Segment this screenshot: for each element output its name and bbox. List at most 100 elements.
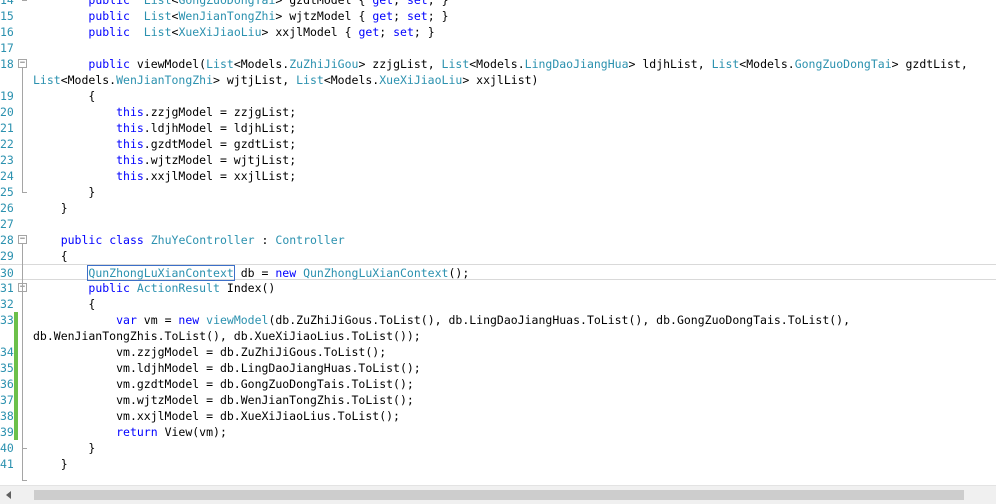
line-number: 26: [0, 201, 14, 215]
keyword-token: this: [116, 169, 144, 183]
code-text: public List<XueXiJiaoLiu> xxjlModel { ge…: [33, 24, 435, 40]
code-line[interactable]: 17: [0, 40, 996, 56]
horizontal-scrollbar[interactable]: [0, 485, 996, 504]
plain-token: ;: [379, 25, 394, 39]
code-text: public List<GongZuoDongTai> gzdtModel { …: [33, 0, 448, 8]
plain-token: > zzjgList,: [358, 57, 442, 71]
plain-token: ; }: [413, 25, 435, 39]
code-line[interactable]: 19 {: [0, 88, 996, 104]
code-line[interactable]: 39 return View(vm);: [0, 424, 996, 440]
plain-token: > ldjhList,: [628, 57, 712, 71]
code-line[interactable]: 32 {: [0, 296, 996, 312]
plain-token: vm.ldjhModel = db.LingDaoJiangHuas.ToLis…: [116, 361, 421, 375]
change-marker: [14, 392, 18, 408]
code-line[interactable]: 35 vm.ldjhModel = db.LingDaoJiangHuas.To…: [0, 360, 996, 376]
keyword-token: class: [109, 233, 144, 247]
plain-token: <Models.: [60, 73, 117, 87]
code-line[interactable]: 26 }: [0, 200, 996, 216]
code-line[interactable]: 31− public ActionResult Index(): [0, 280, 996, 296]
code-line[interactable]: db.WenJianTongZhis.ToList(), db.XueXiJia…: [0, 328, 996, 344]
code-text: return View(vm);: [33, 424, 227, 440]
code-text: vm.zzjgModel = db.ZuZhiJiGous.ToList();: [33, 344, 386, 360]
outline-guide: [22, 292, 23, 448]
plain-token: <Models.: [739, 57, 795, 71]
plain-token: vm.wjtzModel = db.WenJianTongZhis.ToList…: [116, 393, 414, 407]
keyword-token: set: [393, 25, 414, 39]
code-line[interactable]: 41 }: [0, 456, 996, 472]
code-line[interactable]: 34 vm.zzjgModel = db.ZuZhiJiGous.ToList(…: [0, 344, 996, 360]
code-line[interactable]: 36 vm.gzdtModel = db.GongZuoDongTais.ToL…: [0, 376, 996, 392]
type-token: ZhuYeController: [150, 233, 255, 247]
code-line[interactable]: 37 vm.wjtzModel = db.WenJianTongZhis.ToL…: [0, 392, 996, 408]
line-number: 22: [0, 137, 14, 151]
code-line[interactable]: 23 this.wjtzModel = wjtjList;: [0, 152, 996, 168]
code-line[interactable]: 33 var vm = new viewModel(db.ZuZhiJiGous…: [0, 312, 996, 328]
minus-box-icon[interactable]: −: [18, 235, 27, 244]
outline-guide-end: [22, 0, 27, 1]
code-line[interactable]: 18− public viewModel(List<Models.ZuZhiJi…: [0, 56, 996, 72]
code-line[interactable]: 14 public List<GongZuoDongTai> gzdtModel…: [0, 0, 996, 8]
minus-box-icon[interactable]: −: [18, 59, 27, 68]
line-number: 15: [0, 9, 14, 23]
change-marker: [14, 376, 18, 392]
code-line[interactable]: 22 this.gzdtModel = gzdtList;: [0, 136, 996, 152]
plain-token: vm =: [136, 313, 179, 327]
line-number: 25: [0, 185, 14, 199]
keyword-token: this: [116, 137, 144, 151]
keyword-token: return: [116, 425, 158, 439]
plain-token: > xxjlModel {: [261, 25, 359, 39]
code-line[interactable]: 38 vm.xxjlModel = db.XueXiJiaoLius.ToLis…: [0, 408, 996, 424]
code-text: this.zzjgModel = zzjgList;: [33, 104, 296, 120]
plain-token: {: [88, 89, 96, 103]
code-line[interactable]: 29 {: [0, 248, 996, 264]
code-text: {: [33, 88, 95, 104]
scrollbar-thumb[interactable]: [34, 490, 964, 500]
keyword-token: public: [88, 0, 130, 7]
code-line[interactable]: 27: [0, 216, 996, 232]
arrow-left-icon[interactable]: [6, 491, 11, 499]
type-token: viewModel: [206, 313, 269, 327]
change-marker: [14, 360, 18, 376]
code-line[interactable]: 25 }: [0, 184, 996, 200]
keyword-token: public: [88, 25, 130, 39]
type-token: Controller: [275, 233, 345, 247]
type-token: GongZuoDongTai: [178, 0, 276, 7]
plain-token: db.WenJianTongZhis.ToList(), db.XueXiJia…: [33, 329, 421, 343]
line-number: 35: [0, 361, 14, 375]
line-number: 28: [0, 233, 14, 247]
outline-guide-end: [22, 480, 27, 481]
code-line[interactable]: 16 public List<XueXiJiaoLiu> xxjlModel {…: [0, 24, 996, 40]
keyword-token: new: [178, 313, 200, 327]
type-token: ZuZhiJiGou: [289, 57, 359, 71]
line-number: 19: [0, 89, 14, 103]
code-line[interactable]: 40 }: [0, 440, 996, 456]
code-text: public class ZhuYeController : Controlle…: [33, 232, 345, 248]
code-text: vm.ldjhModel = db.LingDaoJiangHuas.ToLis…: [33, 360, 421, 376]
plain-token: <Models.: [233, 57, 290, 71]
code-line[interactable]: 21 this.ldjhModel = ldjhList;: [0, 120, 996, 136]
keyword-token: public: [88, 281, 130, 295]
code-text: }: [33, 440, 95, 456]
plain-token: ();: [448, 266, 470, 280]
line-number: 16: [0, 25, 14, 39]
code-line[interactable]: 28− public class ZhuYeController : Contr…: [0, 232, 996, 248]
line-number: 38: [0, 409, 14, 423]
code-line[interactable]: 30 QunZhongLuXianContext db = new QunZho…: [0, 264, 996, 281]
line-number: 18: [0, 57, 14, 71]
line-number: 40: [0, 441, 14, 455]
code-line[interactable]: 20 this.zzjgModel = zzjgList;: [0, 104, 996, 120]
code-line[interactable]: 15 public List<WenJianTongZhi> wjtzModel…: [0, 8, 996, 24]
code-text: public viewModel(List<Models.ZuZhiJiGou>…: [33, 56, 967, 72]
keyword-token: this: [116, 121, 144, 135]
code-line[interactable]: List<Models.WenJianTongZhi> wjtjList, Li…: [0, 72, 996, 88]
type-token: List: [33, 73, 61, 87]
code-text: var vm = new viewModel(db.ZuZhiJiGous.To…: [33, 312, 850, 328]
code-editor[interactable]: 14 public List<GongZuoDongTai> gzdtModel…: [0, 0, 996, 485]
line-number: 41: [0, 457, 14, 471]
code-text: vm.gzdtModel = db.GongZuoDongTais.ToList…: [33, 376, 414, 392]
line-number: 30: [0, 266, 14, 280]
code-line[interactable]: 24 this.xxjlModel = xxjlList;: [0, 168, 996, 184]
line-number: 33: [0, 313, 14, 327]
